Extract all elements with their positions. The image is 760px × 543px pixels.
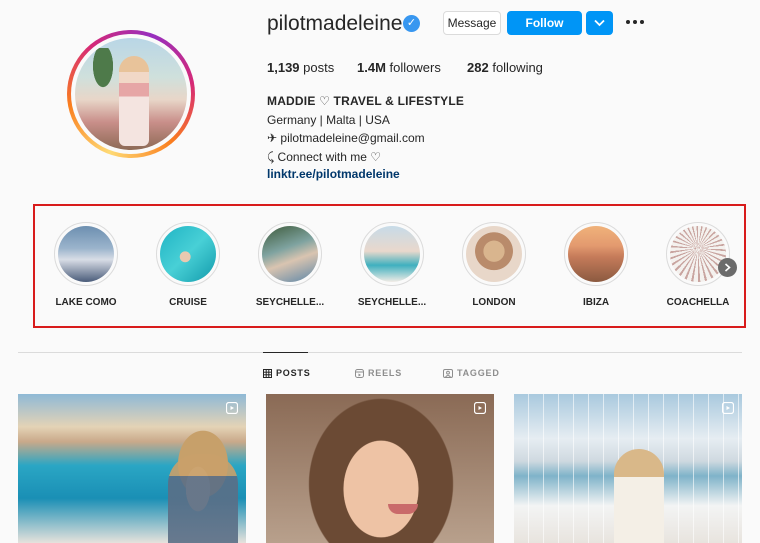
active-tab-indicator <box>263 352 308 353</box>
reels-icon <box>355 368 364 378</box>
post-image-detail <box>168 454 238 543</box>
reel-icon <box>226 402 238 414</box>
profile-username: pilotmadeleine <box>267 12 403 35</box>
highlights-next-button[interactable] <box>718 258 737 277</box>
more-options-icon[interactable] <box>624 14 646 30</box>
post-image <box>266 394 494 543</box>
verified-badge-icon: ✓ <box>403 15 420 32</box>
highlight-label: SEYCHELLE... <box>255 297 325 308</box>
followers-count-value: 1.4M <box>357 60 386 75</box>
highlight-cover <box>160 226 216 282</box>
bio-display-name: MADDIE ♡ TRAVEL & LIFESTYLE <box>267 94 465 108</box>
post-thumbnail[interactable] <box>266 394 494 543</box>
tab-posts-label: POSTS <box>276 368 311 378</box>
highlight-label: COACHELLA <box>666 297 730 308</box>
highlight-label: LONDON <box>472 297 516 308</box>
highlight-cover <box>262 226 318 282</box>
following-count[interactable]: 282 following <box>467 60 543 75</box>
tagged-icon <box>443 368 453 378</box>
tab-tagged[interactable]: TAGGED <box>443 368 500 378</box>
highlight-item[interactable]: SEYCHELLE... <box>245 222 335 308</box>
highlight-item[interactable]: SEYCHELLE... <box>347 222 437 308</box>
tab-reels-label: REELS <box>368 368 403 378</box>
highlight-label: IBIZA <box>582 297 610 308</box>
highlight-item[interactable]: CRUISE <box>143 222 233 308</box>
posts-count-label: posts <box>303 60 335 75</box>
highlight-cover <box>568 226 624 282</box>
following-count-value: 282 <box>467 60 489 75</box>
highlight-label: CRUISE <box>169 297 207 308</box>
bio-connect: ⤹ Connect with me ♡ <box>267 150 381 164</box>
tab-posts[interactable]: POSTS <box>263 368 311 378</box>
post-thumbnail[interactable] <box>514 394 742 543</box>
bio-link[interactable]: linktr.ee/pilotmadeleine <box>267 167 400 181</box>
followers-count[interactable]: 1.4M followers <box>357 60 441 75</box>
tab-tagged-label: TAGGED <box>457 368 500 378</box>
chevron-down-icon <box>594 19 605 27</box>
grid-icon <box>263 368 272 378</box>
post-thumbnail[interactable] <box>18 394 246 543</box>
posts-count-value: 1,139 <box>267 60 300 75</box>
posts-count: 1,139 posts <box>267 60 334 75</box>
following-count-label: following <box>492 60 543 75</box>
suggestions-dropdown-button[interactable] <box>586 11 613 35</box>
avatar-photo <box>75 38 187 150</box>
follow-button[interactable]: Follow <box>507 11 582 35</box>
highlight-item[interactable]: IBIZA <box>551 222 641 308</box>
profile-avatar[interactable] <box>67 30 195 158</box>
chevron-right-icon <box>724 263 731 272</box>
reel-icon <box>722 402 734 414</box>
tab-reels[interactable]: REELS <box>355 368 402 378</box>
followers-count-label: followers <box>389 60 441 75</box>
bio-location: Germany | Malta | USA <box>267 113 390 127</box>
tabs-divider <box>18 352 742 353</box>
bio-email: ✈ pilotmadeleine@gmail.com <box>267 131 425 145</box>
post-image-detail <box>614 449 664 543</box>
highlight-item[interactable]: LONDON <box>449 222 539 308</box>
highlight-label: LAKE COMO <box>55 297 117 308</box>
message-button[interactable]: Message <box>443 11 501 35</box>
highlight-item[interactable]: LAKE COMO <box>41 222 131 308</box>
highlight-cover <box>670 226 726 282</box>
reel-icon <box>474 402 486 414</box>
highlight-label: SEYCHELLE... <box>357 297 427 308</box>
highlight-cover <box>58 226 114 282</box>
highlight-cover <box>466 226 522 282</box>
highlight-cover <box>364 226 420 282</box>
